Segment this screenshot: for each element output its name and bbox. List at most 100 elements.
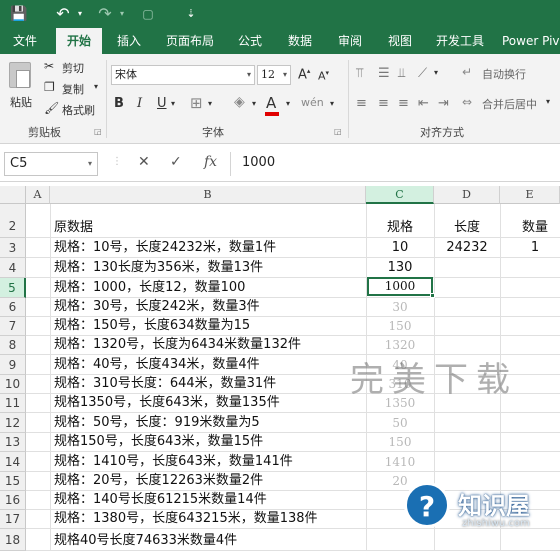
row-header-3[interactable]: 3	[0, 238, 26, 258]
row-header-11[interactable]: 11	[0, 394, 26, 413]
cell-b9[interactable]: 规格：40号，长度434米，数量4件	[54, 356, 260, 374]
row-header-15[interactable]: 15	[0, 472, 26, 491]
copy-button[interactable]: ❐ 复制 ▾	[44, 79, 102, 97]
cell-b11[interactable]: 规格1350号，长度643米，数量135件	[54, 394, 280, 412]
tab-home[interactable]: 开始	[56, 28, 102, 54]
cell-c4[interactable]: 130	[366, 259, 434, 277]
row-header-10[interactable]: 10	[0, 375, 26, 394]
row-header-17[interactable]: 17	[0, 510, 26, 529]
print-preview-icon[interactable]: ▢	[140, 3, 156, 25]
tab-view[interactable]: 视图	[380, 28, 420, 54]
align-top-icon[interactable]: ⫪	[356, 66, 363, 81]
shrink-font-button[interactable]: A▾	[318, 69, 329, 83]
undo-dropdown-icon[interactable]: ▾	[74, 3, 86, 25]
fill-color-icon[interactable]: ◈	[234, 94, 245, 110]
select-all-corner[interactable]	[0, 186, 26, 204]
active-cell-c5[interactable]: 1000	[367, 277, 433, 296]
cell-b18[interactable]: 规格40号长度74633米数量4件	[54, 532, 237, 550]
tab-data[interactable]: 数据	[280, 28, 320, 54]
clipboard-launcher-icon[interactable]: ◲	[94, 127, 102, 136]
phonetic-icon[interactable]: wén	[301, 96, 324, 109]
wrap-text-button[interactable]: ↵ 自动换行	[462, 64, 542, 82]
phonetic-dropdown-icon[interactable]: ▾	[330, 99, 334, 108]
align-right-icon[interactable]: ≡	[398, 96, 409, 111]
cell-b16[interactable]: 规格：140号长度61215米数量14件	[54, 491, 267, 509]
format-painter-button[interactable]: 🖌 格式刷	[44, 100, 100, 118]
row-header-13[interactable]: 13	[0, 433, 26, 452]
column-header-d[interactable]: D	[434, 186, 500, 204]
cell-b17[interactable]: 规格：1380号，长度643215米，数量138件	[54, 510, 318, 528]
cell-b15[interactable]: 规格：20号，长度12263米数量2件	[54, 472, 263, 490]
tab-power-pivot[interactable]: Power Piv	[502, 28, 560, 54]
row-header-8[interactable]: 8	[0, 336, 26, 355]
decrease-indent-icon[interactable]: ⇤	[418, 96, 429, 111]
save-icon[interactable]: 💾	[8, 3, 30, 25]
row-header-4[interactable]: 4	[0, 258, 26, 278]
row-header-2[interactable]: 2	[0, 204, 26, 238]
merge-center-button[interactable]: ⇔ 合并后居中 ▾	[462, 94, 560, 112]
fill-color-dropdown-icon[interactable]: ▾	[252, 99, 256, 108]
column-header-c[interactable]: C	[366, 186, 434, 204]
column-header-e[interactable]: E	[500, 186, 560, 204]
align-middle-icon[interactable]: ☰	[378, 66, 390, 81]
tab-page-layout[interactable]: 页面布局	[160, 28, 220, 54]
cell-e3[interactable]: 1	[500, 239, 560, 257]
cell-e2[interactable]: 数量	[500, 219, 560, 237]
underline-button[interactable]: U	[157, 96, 167, 111]
tab-developer[interactable]: 开发工具	[428, 28, 492, 54]
orientation-icon[interactable]: ⟋	[418, 66, 427, 81]
cell-b4[interactable]: 规格：130长度为356米，数量13件	[54, 259, 263, 277]
formula-input[interactable]: 1000	[230, 152, 560, 176]
undo-icon[interactable]: ↶	[52, 3, 74, 25]
cell-c3[interactable]: 10	[366, 239, 434, 257]
row-header-14[interactable]: 14	[0, 452, 26, 472]
cell-b10[interactable]: 规格：310号长度：644米，数量31件	[54, 375, 276, 393]
increase-indent-icon[interactable]: ⇥	[438, 96, 449, 111]
fill-handle[interactable]	[430, 293, 435, 298]
cut-button[interactable]: ✂ 剪切	[44, 58, 94, 76]
row-header-7[interactable]: 7	[0, 317, 26, 336]
redo-dropdown-icon[interactable]: ▾	[116, 3, 128, 25]
cell-b14[interactable]: 规格：1410号，长度643米，数量141件	[54, 453, 293, 471]
borders-icon[interactable]: ⊞	[190, 94, 203, 112]
customize-quick-access-icon[interactable]: ⇣	[184, 3, 198, 25]
name-box[interactable]: C5 ▾	[4, 152, 98, 176]
tab-review[interactable]: 审阅	[330, 28, 370, 54]
tab-formulas[interactable]: 公式	[230, 28, 270, 54]
row-header-6[interactable]: 6	[0, 298, 26, 317]
cell-d3[interactable]: 24232	[434, 239, 500, 257]
cell-c2[interactable]: 规格	[366, 219, 434, 237]
align-left-icon[interactable]: ≡	[356, 96, 367, 111]
cell-b8[interactable]: 规格：1320号，长度为6434米数量132件	[54, 336, 301, 354]
row-header-12[interactable]: 12	[0, 413, 26, 433]
font-color-button[interactable]: A	[265, 94, 279, 116]
align-center-icon[interactable]: ≡	[378, 96, 389, 111]
bold-button[interactable]: B	[114, 96, 124, 111]
font-size-combo[interactable]: 12 ▾	[257, 65, 291, 85]
row-header-9[interactable]: 9	[0, 355, 26, 375]
cell-b7[interactable]: 规格：150号，长度634数量为15	[54, 317, 250, 335]
cell-b2[interactable]: 原数据	[54, 219, 93, 237]
underline-dropdown-icon[interactable]: ▾	[171, 99, 175, 108]
enter-icon[interactable]: ✓	[170, 154, 182, 170]
italic-button[interactable]: I	[137, 96, 142, 111]
cell-d2[interactable]: 长度	[434, 219, 500, 237]
row-header-18[interactable]: 18	[0, 529, 26, 551]
cell-b5[interactable]: 规格：1000，长度12，数量100	[54, 279, 245, 297]
orientation-dropdown-icon[interactable]: ▾	[434, 68, 438, 77]
row-header-16[interactable]: 16	[0, 491, 26, 510]
tab-file[interactable]: 文件	[6, 28, 44, 54]
cell-b6[interactable]: 规格：30号，长度242米，数量3件	[54, 298, 260, 316]
grow-font-button[interactable]: A▴	[298, 67, 310, 82]
tab-insert[interactable]: 插入	[110, 28, 148, 54]
column-header-b[interactable]: B	[50, 186, 366, 204]
cancel-icon[interactable]: ✕	[138, 154, 150, 170]
column-header-a[interactable]: A	[26, 186, 50, 204]
font-name-combo[interactable]: 宋体 ▾	[111, 65, 255, 85]
cell-b13[interactable]: 规格150号，长度643米，数量15件	[54, 433, 263, 451]
align-bottom-icon[interactable]: ⫫	[398, 66, 405, 81]
row-header-5[interactable]: 5	[0, 278, 26, 298]
borders-dropdown-icon[interactable]: ▾	[208, 99, 212, 108]
redo-icon[interactable]: ↷	[94, 3, 116, 25]
insert-function-icon[interactable]: fx	[204, 154, 217, 170]
